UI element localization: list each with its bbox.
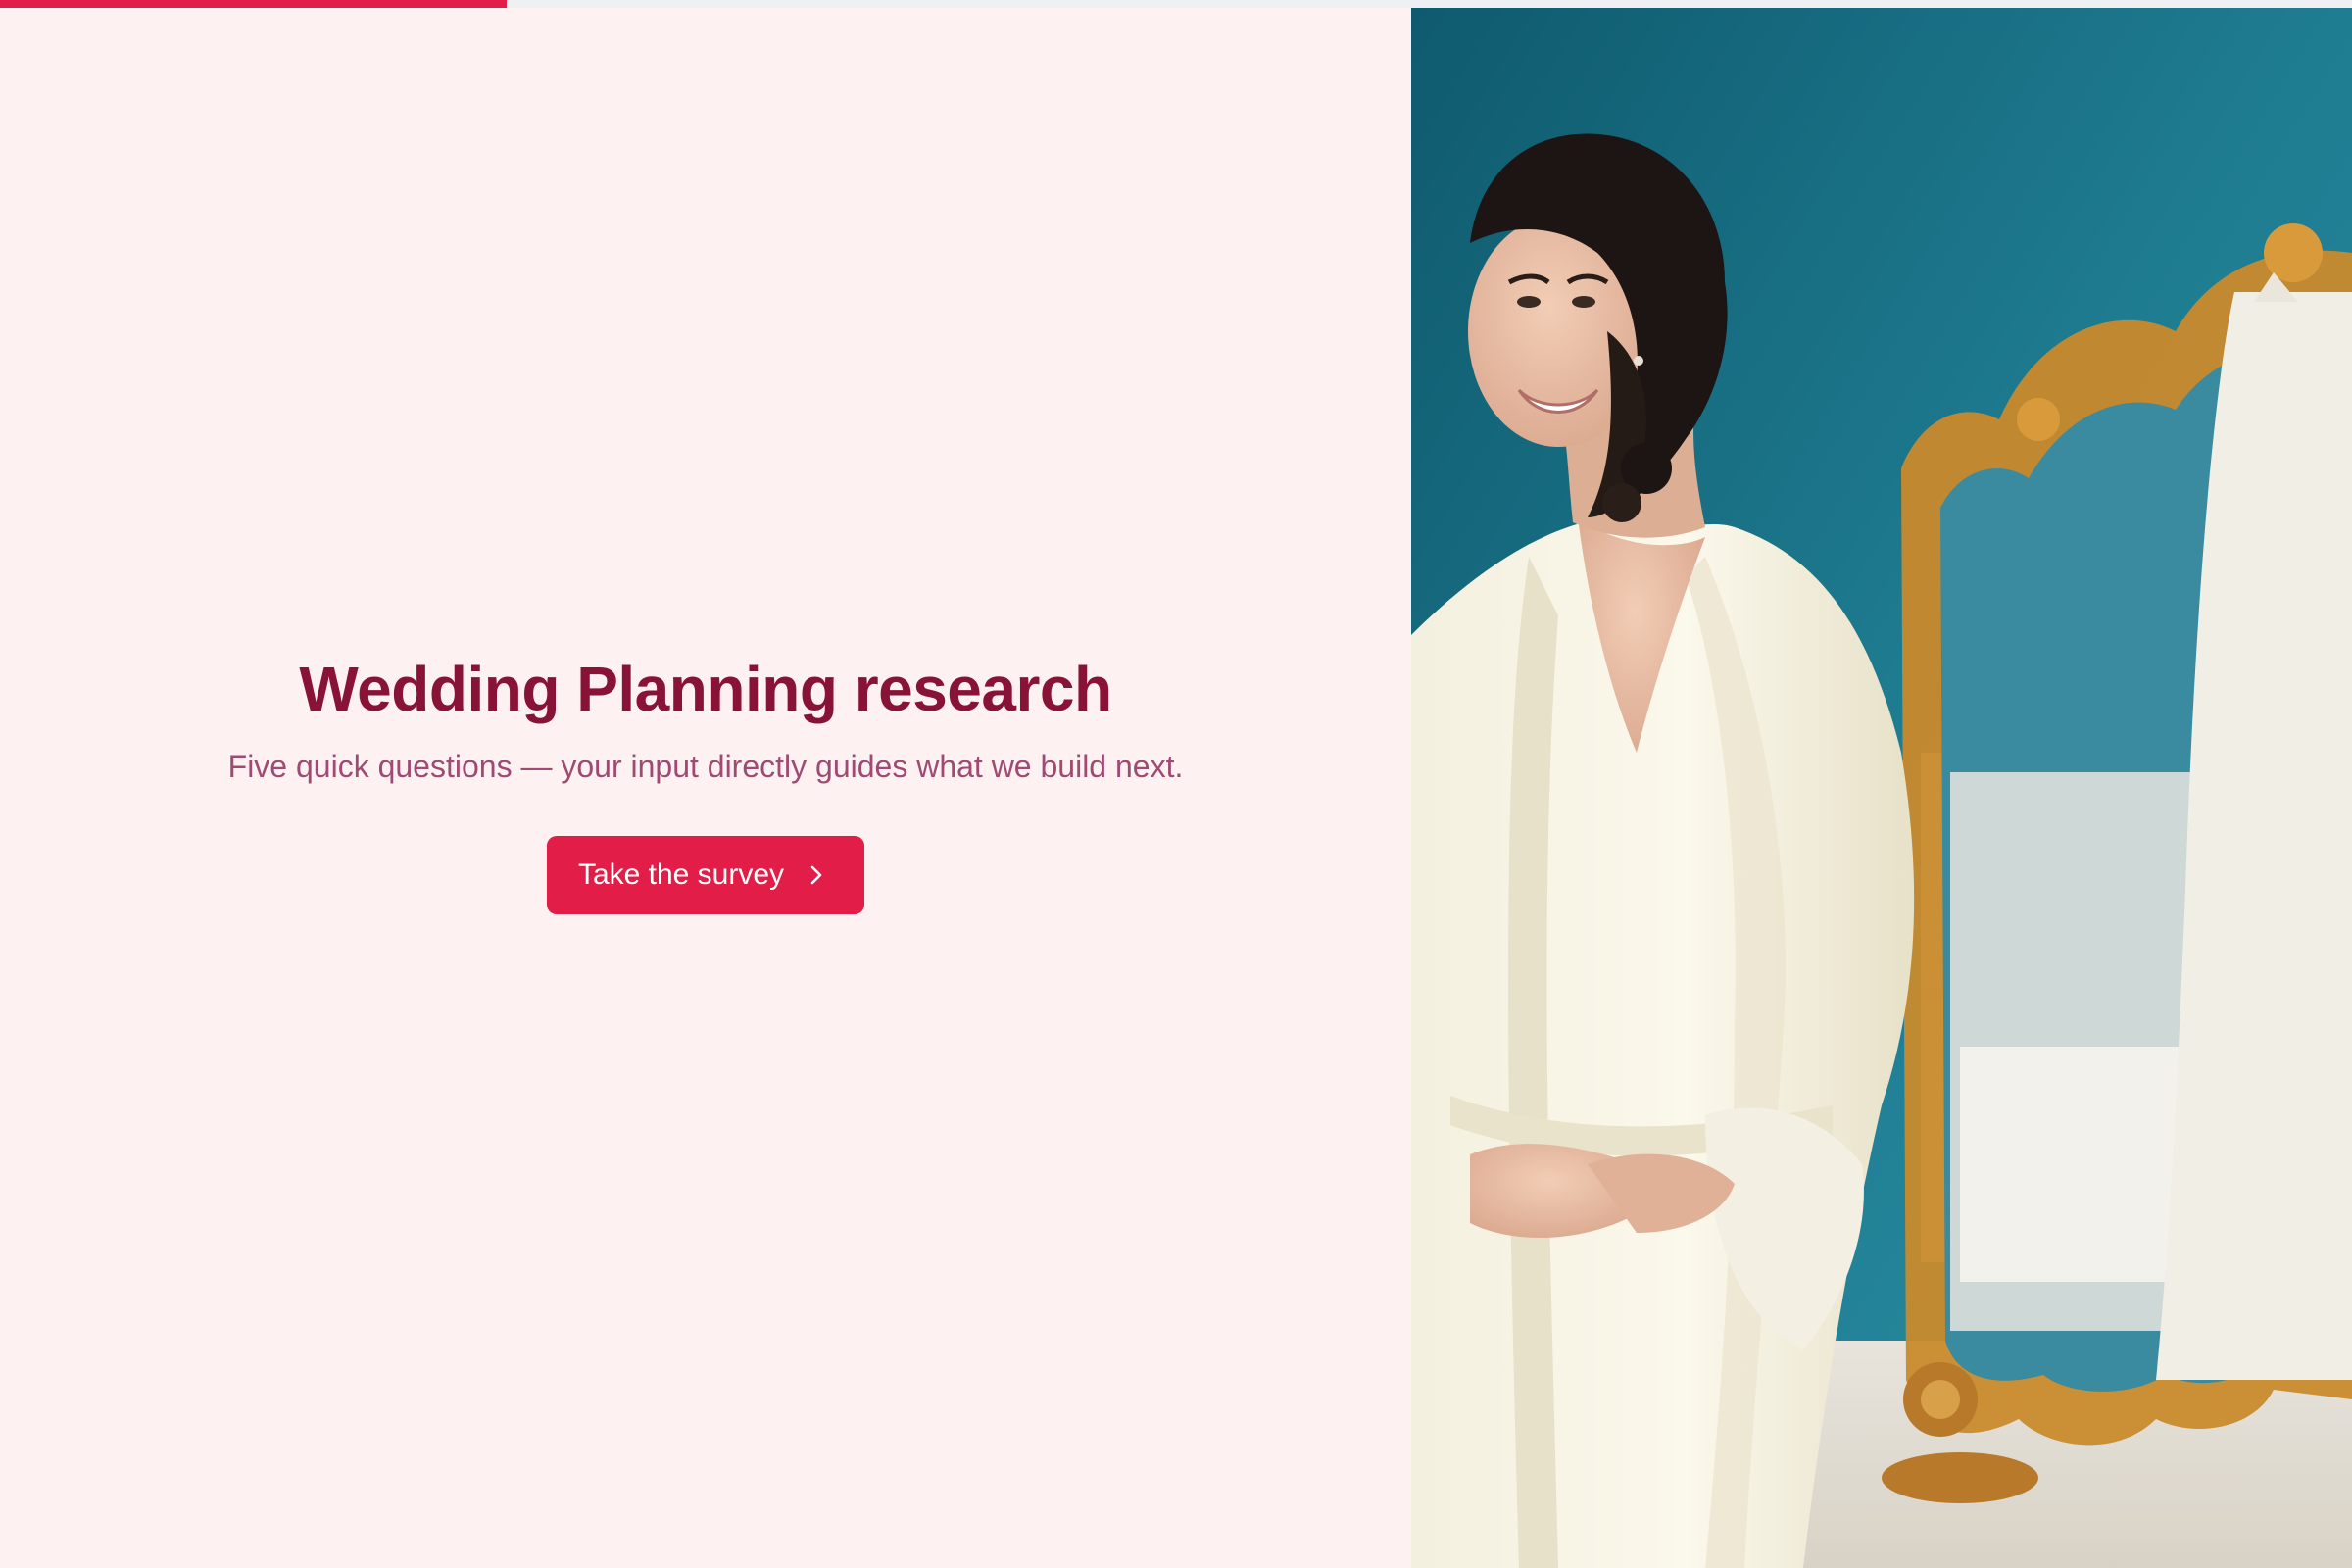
take-survey-label: Take the survey xyxy=(577,858,785,891)
progress-bar-fill xyxy=(0,0,508,8)
intro-content: Wedding Planning research Five quick que… xyxy=(0,650,1411,914)
progress-bar xyxy=(0,0,2352,8)
hero-photo xyxy=(1411,8,2352,1568)
page-subtitle: Five quick questions — your input direct… xyxy=(227,749,1184,784)
take-survey-button[interactable]: Take the survey xyxy=(546,836,865,914)
intro-panel: Wedding Planning research Five quick que… xyxy=(0,8,1411,1568)
chevron-right-icon xyxy=(806,864,827,886)
page-title: Wedding Planning research xyxy=(299,654,1112,724)
